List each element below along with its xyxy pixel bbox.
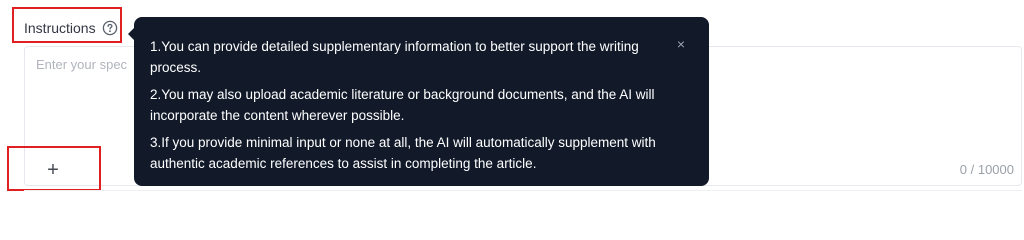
tooltip-item-1: 1.You can provide detailed supplementary… bbox=[150, 39, 639, 75]
tooltip-item-2: 2.You may also upload academic literatur… bbox=[150, 87, 655, 123]
tooltip-item-3: 3.If you provide minimal input or none a… bbox=[150, 135, 656, 171]
instructions-tooltip: 1.You can provide detailed supplementary… bbox=[128, 17, 709, 186]
add-highlight-box bbox=[7, 146, 101, 191]
tooltip-arrow bbox=[128, 28, 134, 40]
instructions-placeholder: Enter your spec bbox=[36, 57, 128, 72]
close-icon[interactable]: × bbox=[673, 36, 689, 52]
label-highlight-box bbox=[12, 7, 122, 43]
instructions-panel: Instructions Enter your spec 0 / 10000 +… bbox=[0, 0, 1024, 204]
character-counter: 0 / 10000 bbox=[959, 162, 1014, 177]
divider bbox=[24, 190, 1022, 191]
